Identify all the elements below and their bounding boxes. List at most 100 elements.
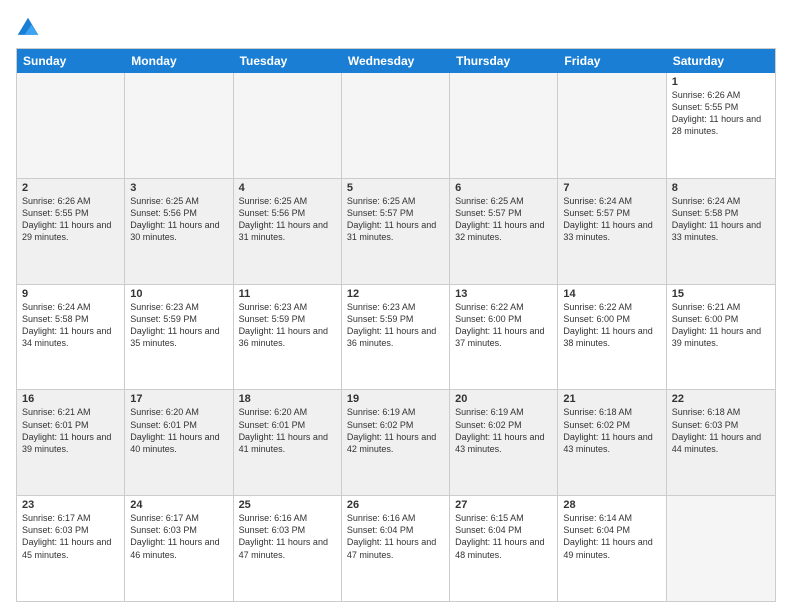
day-number: 22: [672, 393, 770, 405]
calendar-row-1: 2 Sunrise: 6:26 AMSunset: 5:55 PMDaylight…: [17, 179, 775, 285]
cell-info: Sunrise: 6:25 AMSunset: 5:57 PMDaylight:…: [347, 196, 436, 242]
calendar-row-2: 9 Sunrise: 6:24 AMSunset: 5:58 PMDaylight…: [17, 285, 775, 391]
calendar-cell: 13 Sunrise: 6:22 AMSunset: 6:00 PMDayligh…: [450, 285, 558, 390]
cell-info: Sunrise: 6:19 AMSunset: 6:02 PMDaylight:…: [455, 407, 544, 453]
calendar-cell: 1 Sunrise: 6:26 AMSunset: 5:55 PMDaylight…: [667, 73, 775, 178]
cell-info: Sunrise: 6:17 AMSunset: 6:03 PMDaylight:…: [22, 513, 111, 559]
day-number: 20: [455, 393, 552, 405]
calendar-cell: 20 Sunrise: 6:19 AMSunset: 6:02 PMDayligh…: [450, 390, 558, 495]
cell-info: Sunrise: 6:17 AMSunset: 6:03 PMDaylight:…: [130, 513, 219, 559]
day-number: 5: [347, 182, 444, 194]
calendar-body: 1 Sunrise: 6:26 AMSunset: 5:55 PMDaylight…: [17, 73, 775, 601]
day-number: 12: [347, 288, 444, 300]
calendar-cell: 16 Sunrise: 6:21 AMSunset: 6:01 PMDayligh…: [17, 390, 125, 495]
day-number: 17: [130, 393, 227, 405]
cell-info: Sunrise: 6:22 AMSunset: 6:00 PMDaylight:…: [455, 302, 544, 348]
day-number: 25: [239, 499, 336, 511]
cell-info: Sunrise: 6:23 AMSunset: 5:59 PMDaylight:…: [239, 302, 328, 348]
calendar-cell: 26 Sunrise: 6:16 AMSunset: 6:04 PMDayligh…: [342, 496, 450, 601]
calendar-cell: 23 Sunrise: 6:17 AMSunset: 6:03 PMDayligh…: [17, 496, 125, 601]
calendar-cell: 3Sunrise: 6:25 AMSunset: 5:56 PMDaylight…: [125, 179, 233, 284]
day-number: 10: [130, 288, 227, 300]
day-number: 14: [563, 288, 660, 300]
cell-info: Sunrise: 6:26 AMSunset: 5:55 PMDaylight:…: [672, 90, 761, 136]
calendar-header: SundayMondayTuesdayWednesdayThursdayFrid…: [17, 49, 775, 73]
day-number: 6: [455, 182, 552, 194]
day-number: 24: [130, 499, 227, 511]
cell-info: Sunrise: 6:20 AMSunset: 6:01 PMDaylight:…: [239, 407, 328, 453]
calendar-cell: 7 Sunrise: 6:24 AMSunset: 5:57 PMDaylight…: [558, 179, 666, 284]
cell-info: Sunrise: 6:19 AMSunset: 6:02 PMDaylight:…: [347, 407, 436, 453]
calendar-cell: 28 Sunrise: 6:14 AMSunset: 6:04 PMDayligh…: [558, 496, 666, 601]
header-day-monday: Monday: [125, 49, 233, 73]
day-number: 11: [239, 288, 336, 300]
header-day-saturday: Saturday: [667, 49, 775, 73]
day-number: 8: [672, 182, 770, 194]
header-day-sunday: Sunday: [17, 49, 125, 73]
page-header: [16, 16, 776, 40]
cell-info: Sunrise: 6:20 AMSunset: 6:01 PMDaylight:…: [130, 407, 219, 453]
calendar-cell: [450, 73, 558, 178]
calendar-cell: [17, 73, 125, 178]
calendar-cell: 17 Sunrise: 6:20 AMSunset: 6:01 PMDayligh…: [125, 390, 233, 495]
logo-icon: [16, 16, 40, 40]
calendar-cell: 22 Sunrise: 6:18 AMSunset: 6:03 PMDayligh…: [667, 390, 775, 495]
calendar: SundayMondayTuesdayWednesdayThursdayFrid…: [16, 48, 776, 602]
header-day-wednesday: Wednesday: [342, 49, 450, 73]
day-number: 23: [22, 499, 119, 511]
calendar-cell: 4 Sunrise: 6:25 AMSunset: 5:56 PMDaylight…: [234, 179, 342, 284]
cell-info: Sunrise: 6:23 AMSunset: 5:59 PMDaylight:…: [130, 302, 219, 348]
cell-info: Sunrise: 6:18 AMSunset: 6:02 PMDaylight:…: [563, 407, 652, 453]
cell-info: Sunrise: 6:25 AMSunset: 5:57 PMDaylight:…: [455, 196, 544, 242]
calendar-cell: [125, 73, 233, 178]
day-number: 27: [455, 499, 552, 511]
cell-info: Sunrise: 6:21 AMSunset: 6:00 PMDaylight:…: [672, 302, 761, 348]
calendar-cell: 8 Sunrise: 6:24 AMSunset: 5:58 PMDaylight…: [667, 179, 775, 284]
cell-info: Sunrise: 6:22 AMSunset: 6:00 PMDaylight:…: [563, 302, 652, 348]
cell-info: Sunrise: 6:25 AMSunset: 5:56 PMDaylight:…: [239, 196, 328, 242]
calendar-row-0: 1 Sunrise: 6:26 AMSunset: 5:55 PMDaylight…: [17, 73, 775, 179]
logo: [16, 16, 44, 40]
day-number: 15: [672, 288, 770, 300]
day-number: 21: [563, 393, 660, 405]
calendar-cell: 9 Sunrise: 6:24 AMSunset: 5:58 PMDaylight…: [17, 285, 125, 390]
day-number: 4: [239, 182, 336, 194]
day-number: 16: [22, 393, 119, 405]
day-number: 28: [563, 499, 660, 511]
calendar-cell: 21 Sunrise: 6:18 AMSunset: 6:02 PMDayligh…: [558, 390, 666, 495]
day-number: 13: [455, 288, 552, 300]
cell-info: Sunrise: 6:21 AMSunset: 6:01 PMDaylight:…: [22, 407, 111, 453]
calendar-cell: [667, 496, 775, 601]
cell-info: Sunrise: 6:24 AMSunset: 5:58 PMDaylight:…: [22, 302, 111, 348]
day-number: 19: [347, 393, 444, 405]
header-day-thursday: Thursday: [450, 49, 558, 73]
calendar-cell: 6 Sunrise: 6:25 AMSunset: 5:57 PMDaylight…: [450, 179, 558, 284]
calendar-cell: 14 Sunrise: 6:22 AMSunset: 6:00 PMDayligh…: [558, 285, 666, 390]
header-day-friday: Friday: [558, 49, 666, 73]
cell-info: Sunrise: 6:24 AMSunset: 5:57 PMDaylight:…: [563, 196, 652, 242]
day-number: 26: [347, 499, 444, 511]
cell-info: Sunrise: 6:18 AMSunset: 6:03 PMDaylight:…: [672, 407, 761, 453]
calendar-cell: [234, 73, 342, 178]
calendar-cell: 27 Sunrise: 6:15 AMSunset: 6:04 PMDayligh…: [450, 496, 558, 601]
cell-info: Sunrise: 6:24 AMSunset: 5:58 PMDaylight:…: [672, 196, 761, 242]
day-number: 18: [239, 393, 336, 405]
day-number: 2: [22, 182, 119, 194]
calendar-cell: 2 Sunrise: 6:26 AMSunset: 5:55 PMDaylight…: [17, 179, 125, 284]
calendar-cell: 11 Sunrise: 6:23 AMSunset: 5:59 PMDayligh…: [234, 285, 342, 390]
day-number: 7: [563, 182, 660, 194]
cell-info: Sunrise: 6:16 AMSunset: 6:04 PMDaylight:…: [347, 513, 436, 559]
calendar-cell: 24 Sunrise: 6:17 AMSunset: 6:03 PMDayligh…: [125, 496, 233, 601]
calendar-cell: [558, 73, 666, 178]
calendar-cell: [342, 73, 450, 178]
cell-info: Sunrise: 6:25 AMSunset: 5:56 PMDaylight:…: [130, 196, 219, 242]
day-number: 1: [672, 76, 770, 88]
day-number: 9: [22, 288, 119, 300]
cell-info: Sunrise: 6:26 AMSunset: 5:55 PMDaylight:…: [22, 196, 111, 242]
calendar-cell: 25Sunrise: 6:16 AMSunset: 6:03 PMDayligh…: [234, 496, 342, 601]
calendar-cell: 18 Sunrise: 6:20 AMSunset: 6:01 PMDayligh…: [234, 390, 342, 495]
cell-info: Sunrise: 6:14 AMSunset: 6:04 PMDaylight:…: [563, 513, 652, 559]
cell-info: Sunrise: 6:15 AMSunset: 6:04 PMDaylight:…: [455, 513, 544, 559]
calendar-cell: 5 Sunrise: 6:25 AMSunset: 5:57 PMDaylight…: [342, 179, 450, 284]
calendar-cell: 12Sunrise: 6:23 AMSunset: 5:59 PMDayligh…: [342, 285, 450, 390]
